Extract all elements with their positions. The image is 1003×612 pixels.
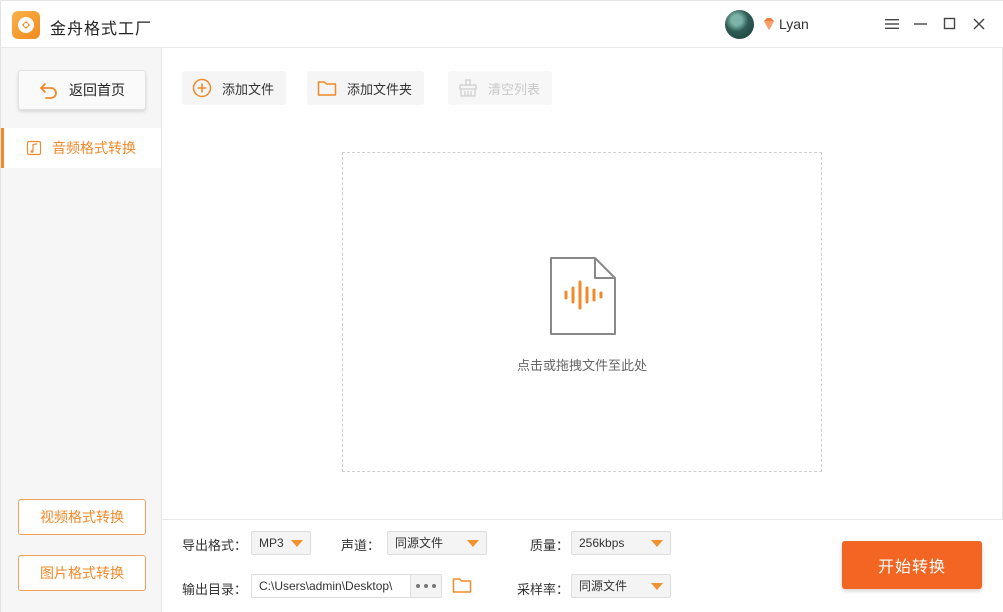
open-folder-icon[interactable]	[452, 576, 472, 594]
sidebar-item-label: 音频格式转换	[52, 140, 136, 156]
add-file-button[interactable]: 添加文件	[182, 71, 287, 105]
plus-circle-icon	[192, 78, 212, 98]
start-convert-button[interactable]: 开始转换	[842, 541, 982, 589]
drop-hint-text: 点击或拖拽文件至此处	[516, 358, 647, 373]
browse-button[interactable]	[410, 574, 442, 598]
broom-icon	[459, 79, 477, 97]
format-select[interactable]: MP3	[251, 531, 311, 555]
output-dir-field[interactable]: C:\Users\admin\Desktop\	[251, 574, 411, 598]
chevron-down-icon	[291, 540, 303, 547]
title-bar: 金舟格式工厂 Lyan	[1, 1, 1003, 48]
quality-label: 质量：	[530, 538, 570, 553]
add-file-label: 添加文件	[222, 81, 275, 97]
music-note-icon	[26, 140, 42, 156]
app-window: 金舟格式工厂 Lyan 返回首页 音频格式转换 视频格式转换 图片格式转换 添加…	[0, 0, 1003, 612]
format-value: MP3	[259, 536, 284, 550]
channel-label: 声道：	[341, 538, 381, 553]
more-dots-icon	[416, 584, 436, 588]
return-arrow-icon	[40, 83, 57, 99]
audio-file-icon	[550, 257, 616, 335]
clear-list-button[interactable]: 清空列表	[448, 71, 553, 105]
file-drop-zone[interactable]: 点击或拖拽文件至此处	[342, 152, 822, 472]
add-folder-button[interactable]: 添加文件夹	[307, 71, 425, 105]
chevron-down-icon	[651, 540, 663, 547]
format-label: 导出格式：	[182, 538, 248, 553]
back-home-label: 返回首页	[69, 82, 125, 98]
sidebar-item-audio-convert[interactable]: 音频格式转换	[1, 128, 161, 168]
back-home-button[interactable]: 返回首页	[18, 70, 146, 110]
chevron-down-icon	[467, 540, 479, 547]
clear-list-label: 清空列表	[488, 81, 541, 97]
menu-icon[interactable]	[881, 13, 903, 35]
output-dir-label: 输出目录：	[182, 582, 248, 597]
chevron-down-icon	[651, 583, 663, 590]
close-icon[interactable]	[968, 13, 990, 35]
video-convert-button[interactable]: 视频格式转换	[18, 499, 146, 535]
diamond-icon	[764, 18, 774, 30]
sidebar: 返回首页 音频格式转换 视频格式转换 图片格式转换	[1, 48, 162, 612]
avatar[interactable]	[725, 10, 754, 39]
minimize-icon[interactable]	[910, 13, 932, 35]
username[interactable]: Lyan	[779, 16, 809, 32]
samplerate-select[interactable]: 同源文件	[571, 574, 671, 598]
app-logo-icon	[12, 11, 40, 39]
quality-select[interactable]: 256kbps	[571, 531, 671, 555]
add-folder-label: 添加文件夹	[347, 81, 413, 97]
maximize-icon[interactable]	[939, 13, 961, 35]
folder-icon	[317, 81, 337, 96]
samplerate-value: 同源文件	[579, 579, 628, 593]
quality-value: 256kbps	[579, 536, 625, 550]
channel-value: 同源文件	[395, 536, 444, 550]
channel-select[interactable]: 同源文件	[387, 531, 487, 555]
samplerate-label: 采样率：	[517, 582, 570, 597]
app-title: 金舟格式工厂	[50, 21, 153, 38]
image-convert-button[interactable]: 图片格式转换	[18, 555, 146, 591]
